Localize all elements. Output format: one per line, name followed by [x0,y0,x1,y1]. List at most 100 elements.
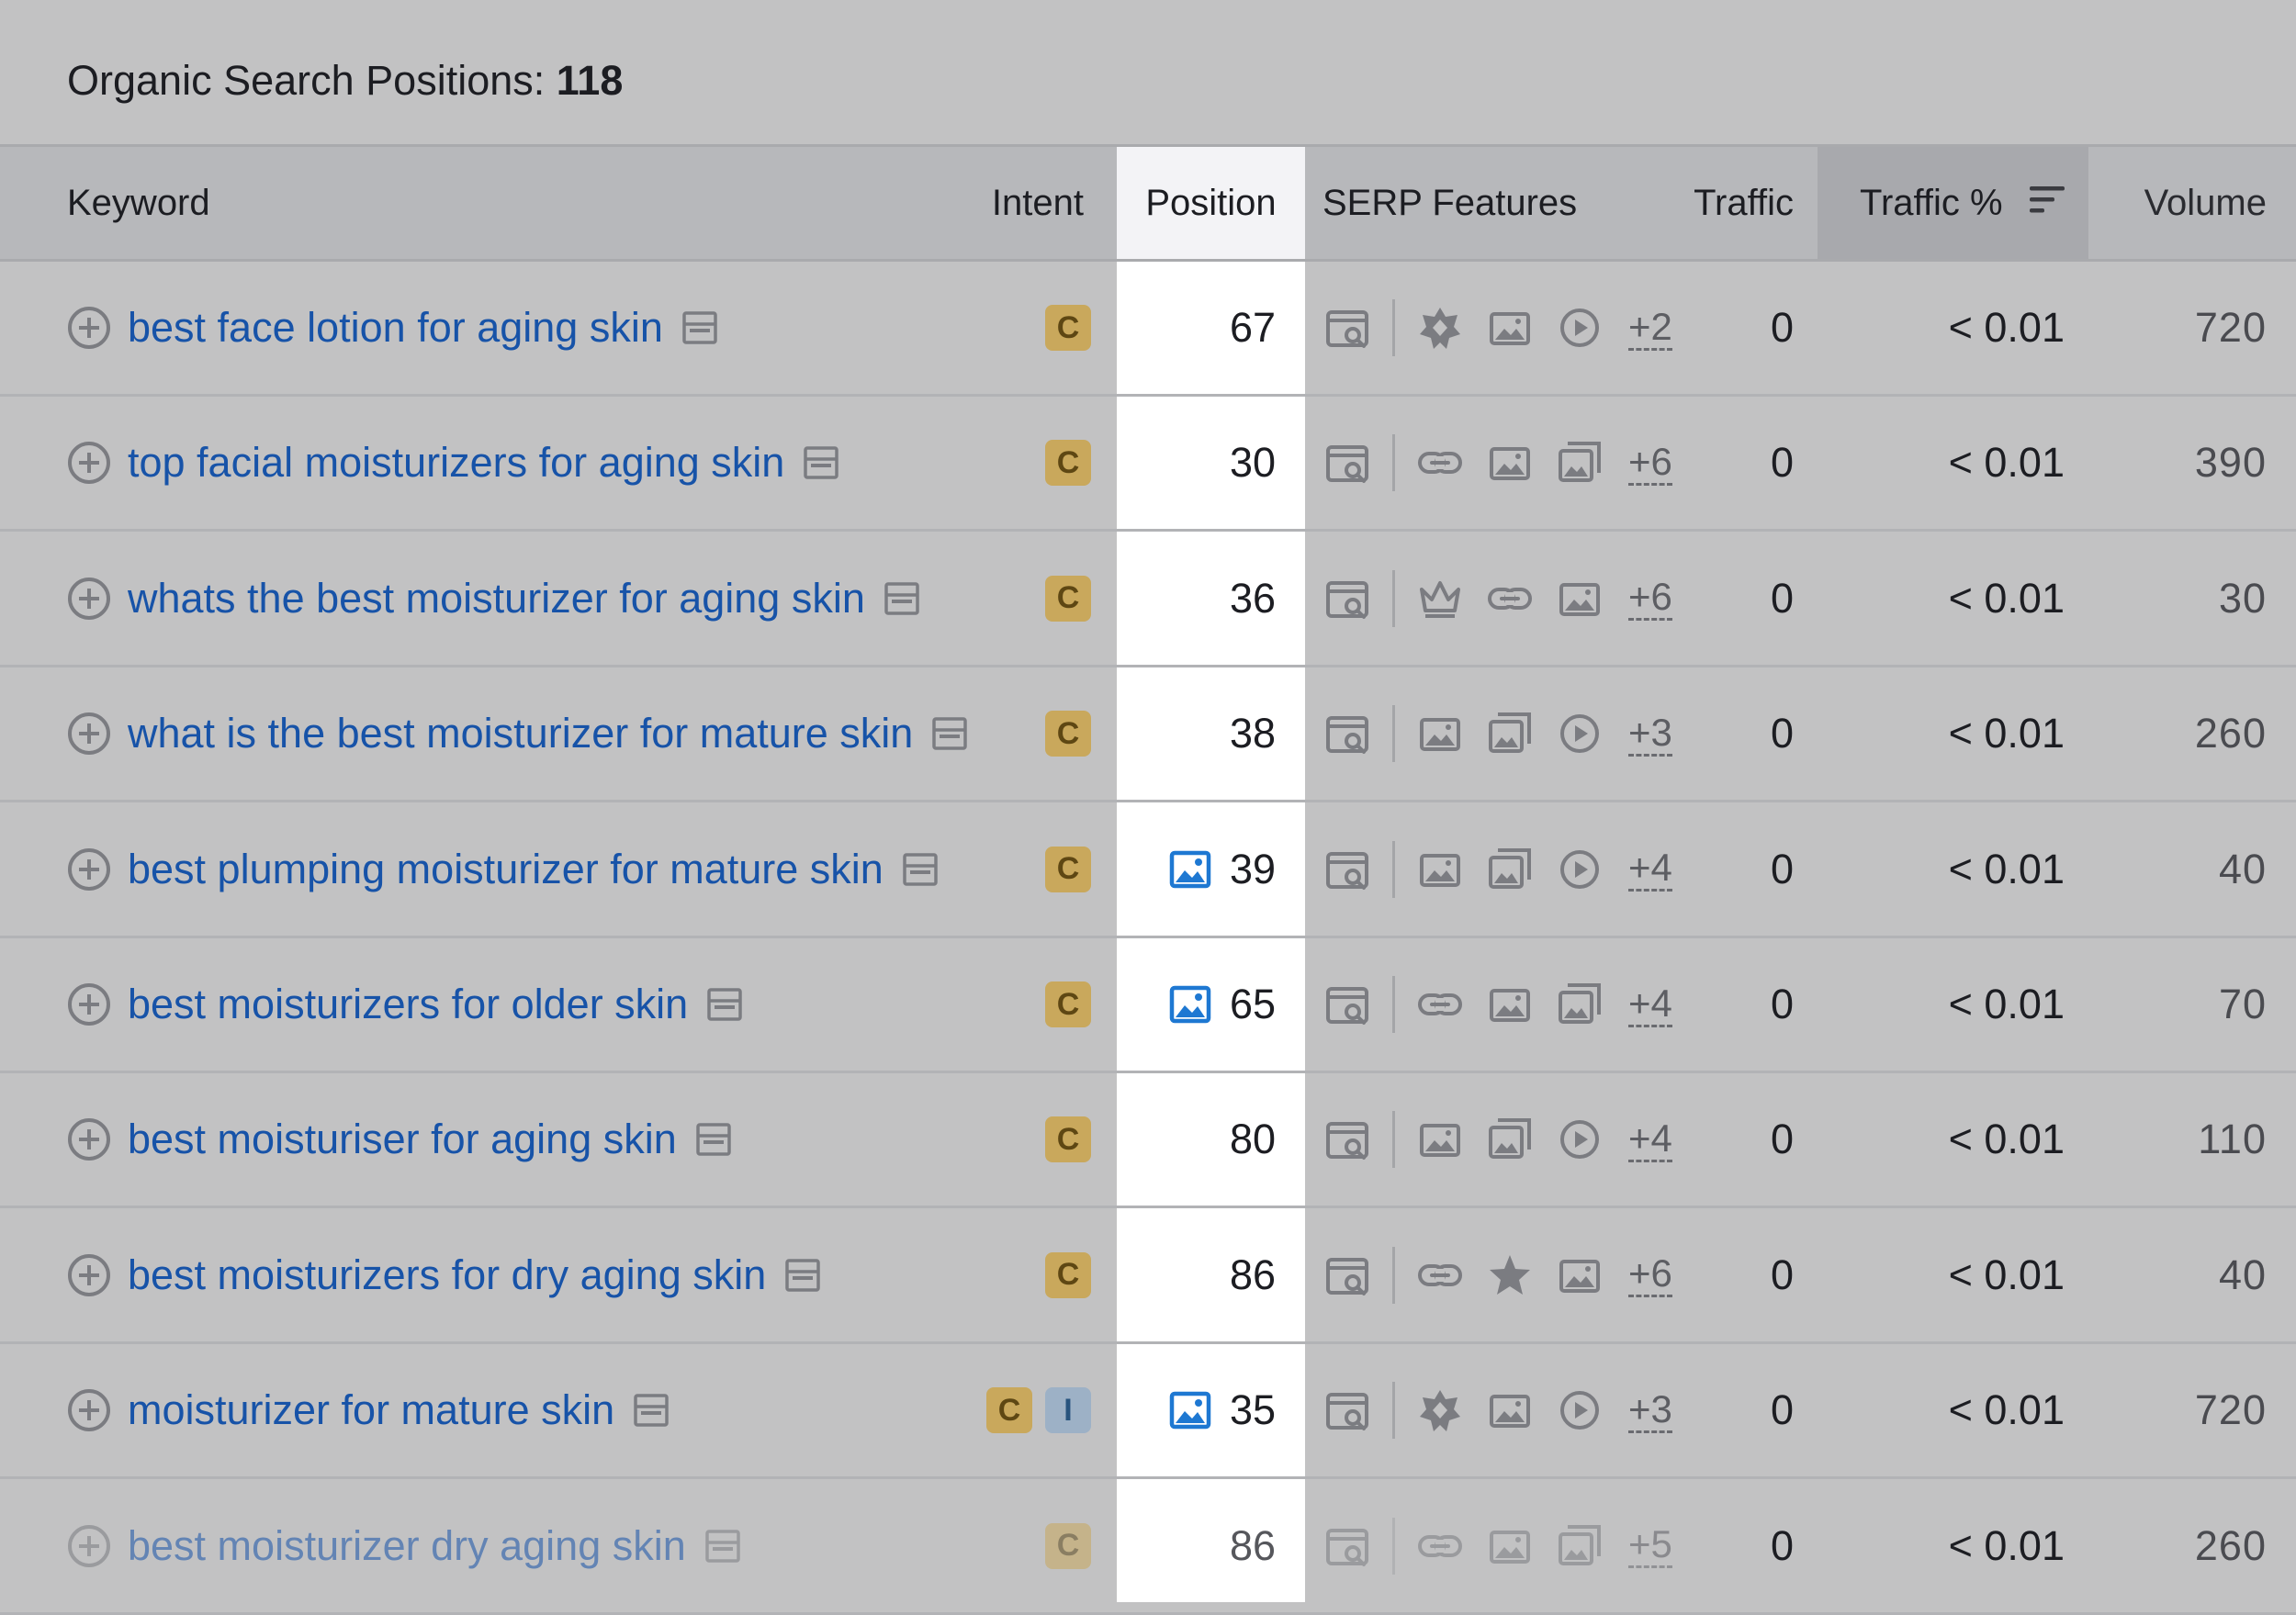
serp-snapshot-icon[interactable] [704,1528,741,1565]
star-icon[interactable] [1485,1251,1535,1300]
link-icon[interactable] [1415,980,1465,1029]
add-keyword-icon[interactable] [67,1524,111,1568]
serp-more-link[interactable]: +2 [1628,305,1672,351]
serp-more-link[interactable]: +4 [1628,1116,1672,1162]
magnifier-icon[interactable] [1322,438,1372,488]
serp-more-link[interactable]: +5 [1628,1523,1672,1569]
table-row[interactable]: best moisturizer dry aging skin C 86 +5 0 < 0… [0,1480,2296,1615]
serp-more-link[interactable]: +4 [1628,981,1672,1027]
link-icon[interactable] [1415,1521,1465,1571]
image-stack-icon[interactable] [1485,1115,1535,1164]
add-keyword-icon[interactable] [67,1117,111,1161]
keyword-link[interactable]: best moisturizers for older skin [128,981,688,1028]
keyword-link[interactable]: best moisturizers for dry aging skin [128,1251,766,1299]
column-header-traffic-percent[interactable]: Traffic % [1818,147,2088,259]
serp-snapshot-icon[interactable] [931,715,968,752]
play-icon[interactable] [1555,303,1604,353]
link-icon[interactable] [1415,1251,1465,1300]
serp-snapshot-icon[interactable] [803,444,839,481]
image-stack-icon[interactable] [1555,438,1604,488]
image-stack-icon[interactable] [1485,845,1535,894]
magnifier-icon[interactable] [1322,1251,1372,1300]
keyword-link[interactable]: what is the best moisturizer for mature … [128,710,913,757]
image-icon[interactable] [1485,1521,1535,1571]
serp-snapshot-icon[interactable] [784,1257,821,1294]
serp-snapshot-icon[interactable] [884,580,920,617]
serp-snapshot-icon[interactable] [681,309,718,346]
image-stack-icon[interactable] [1485,709,1535,758]
serp-snapshot-icon[interactable] [706,986,743,1023]
play-icon[interactable] [1555,709,1604,758]
column-header-volume[interactable]: Volume [2144,147,2267,259]
diamond-badge-icon[interactable] [1415,1385,1465,1435]
magnifier-icon[interactable] [1322,980,1372,1029]
add-keyword-icon[interactable] [67,982,111,1026]
link-icon[interactable] [1415,438,1465,488]
image-icon[interactable] [1415,709,1465,758]
serp-more-link[interactable]: +4 [1628,847,1672,892]
keyword-link[interactable]: top facial moisturizers for aging skin [128,439,784,487]
add-keyword-icon[interactable] [67,712,111,756]
table-row[interactable]: best face lotion for aging skin C 67 +2 0 < 0… [0,262,2296,397]
image-icon[interactable] [1555,1251,1604,1300]
magnifier-icon[interactable] [1322,303,1372,353]
magnifier-icon[interactable] [1322,709,1372,758]
column-header-traffic[interactable]: Traffic [1694,147,1794,259]
keyword-link[interactable]: best moisturizer dry aging skin [128,1522,686,1570]
image-stack-icon[interactable] [1555,980,1604,1029]
image-icon[interactable] [1415,845,1465,894]
keyword-link[interactable]: whats the best moisturizer for aging ski… [128,575,865,622]
serp-more-link[interactable]: +3 [1628,1387,1672,1433]
column-header-keyword[interactable]: Keyword [67,147,210,259]
sort-descending-icon[interactable] [2029,186,2066,214]
keyword-link[interactable]: best face lotion for aging skin [128,304,663,352]
play-icon[interactable] [1555,1385,1604,1435]
image-stack-icon[interactable] [1555,1521,1604,1571]
serp-snapshot-icon[interactable] [902,851,939,888]
magnifier-icon[interactable] [1322,845,1372,894]
keyword-link[interactable]: best moisturiser for aging skin [128,1116,677,1163]
serp-snapshot-icon[interactable] [633,1392,670,1429]
position-cell: 80 [1117,1073,1305,1206]
column-header-serp-features[interactable]: SERP Features [1322,147,1577,259]
table-row[interactable]: top facial moisturizers for aging skin C 3… [0,397,2296,533]
column-header-position[interactable]: Position [1117,147,1305,259]
magnifier-icon[interactable] [1322,1115,1372,1164]
crown-icon[interactable] [1415,574,1465,623]
serp-snapshot-icon[interactable] [695,1121,732,1158]
column-header-intent[interactable]: Intent [992,147,1084,259]
add-keyword-icon[interactable] [67,306,111,350]
link-icon[interactable] [1485,574,1535,623]
add-keyword-icon[interactable] [67,1388,111,1432]
magnifier-icon[interactable] [1322,574,1372,623]
image-icon[interactable] [1415,1115,1465,1164]
table-row[interactable]: what is the best moisturizer for mature … [0,667,2296,803]
table-row[interactable]: best moisturiser for aging skin C 80 +4 0 < 0… [0,1073,2296,1209]
table-row[interactable]: whats the best moisturizer for aging ski… [0,533,2296,667]
add-keyword-icon[interactable] [67,847,111,892]
image-icon[interactable] [1555,574,1604,623]
image-icon[interactable] [1485,980,1535,1029]
add-keyword-icon[interactable] [67,1253,111,1297]
table-row[interactable]: moisturizer for mature skin C I 35 +3 0 < 0.01… [0,1344,2296,1480]
image-icon[interactable] [1485,438,1535,488]
diamond-badge-icon[interactable] [1415,303,1465,353]
add-keyword-icon[interactable] [67,577,111,621]
keyword-link[interactable]: best plumping moisturizer for mature ski… [128,846,884,893]
table-row[interactable]: best moisturizers for older skin C 65 +4 0 < … [0,938,2296,1073]
serp-more-link[interactable]: +3 [1628,711,1672,757]
serp-more-link[interactable]: +6 [1628,440,1672,486]
serp-features-cell: +2 [1322,262,1672,394]
play-icon[interactable] [1555,845,1604,894]
table-row[interactable]: best plumping moisturizer for mature ski… [0,803,2296,938]
play-icon[interactable] [1555,1115,1604,1164]
magnifier-icon[interactable] [1322,1385,1372,1435]
table-row[interactable]: best moisturizers for dry aging skin C 86 +… [0,1209,2296,1344]
keyword-link[interactable]: moisturizer for mature skin [128,1386,614,1434]
serp-more-link[interactable]: +6 [1628,1252,1672,1298]
add-keyword-icon[interactable] [67,441,111,485]
serp-more-link[interactable]: +6 [1628,576,1672,622]
image-icon[interactable] [1485,303,1535,353]
image-icon[interactable] [1485,1385,1535,1435]
magnifier-icon[interactable] [1322,1521,1372,1571]
